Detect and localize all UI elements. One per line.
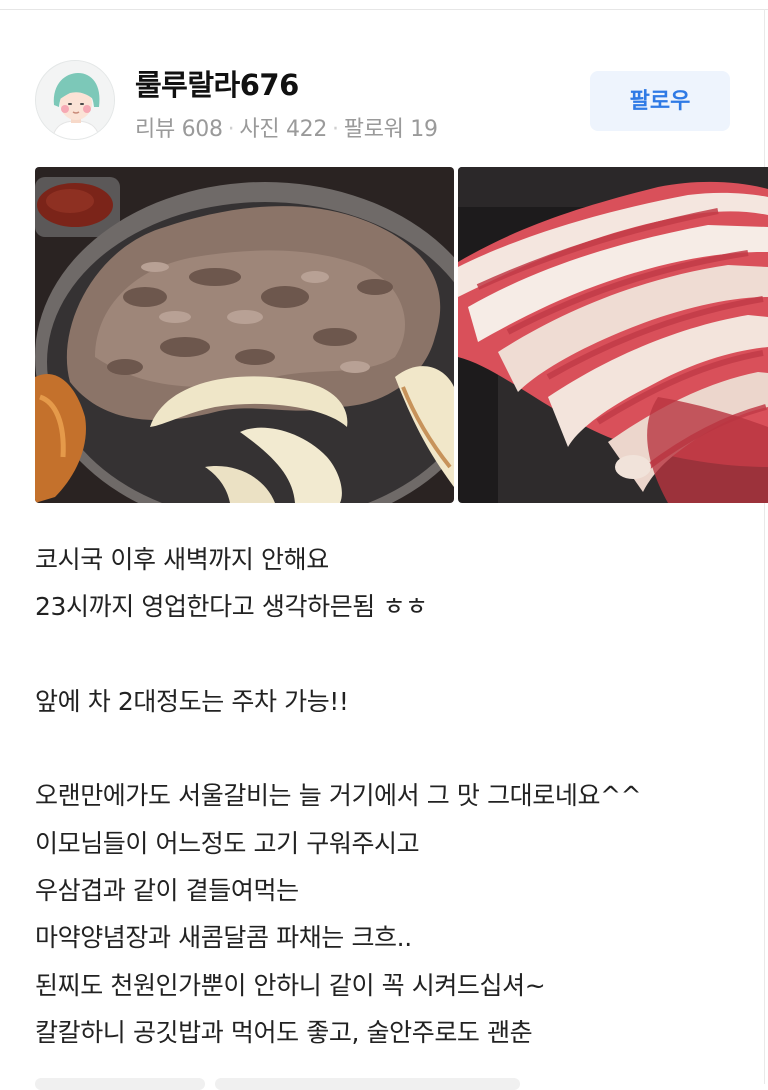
photo-count: 사진 422 (239, 117, 328, 142)
review-photo-1[interactable] (35, 167, 454, 503)
review-line: 우삼겹과 같이 곁들여먹는 (35, 876, 299, 906)
top-divider (0, 9, 768, 10)
follow-button[interactable]: 팔로우 (590, 71, 730, 131)
reviewer-name[interactable]: 룰루랄라676 (135, 62, 299, 104)
review-line (35, 631, 735, 678)
follower-count: 팔로워 19 (343, 117, 438, 142)
review-line: 마약양념장과 새콤달콤 파채는 크흐.. (35, 923, 412, 953)
review-line: 된찌도 천원인가뿐이 안하니 같이 꼭 시켜드십셔~ (35, 970, 546, 1000)
review-line (35, 725, 735, 772)
keyword-chip[interactable] (215, 1078, 520, 1090)
separator-dot: · (332, 117, 339, 142)
review-photo-2[interactable] (458, 167, 768, 503)
review-line: 오랜만에가도 서울갈비는 늘 거기에서 그 맛 그대로네요^^ (35, 781, 642, 811)
avatar[interactable] (35, 60, 115, 140)
review-line: 코시국 이후 새벽까지 안해요 (35, 545, 329, 574)
avatar-illustration-icon (36, 61, 114, 139)
review-count: 리뷰 608 (135, 117, 223, 142)
reviewer-stats: 리뷰 608 · 사진 422 · 팔로워 19 (135, 111, 438, 143)
raw-brisket-photo-icon (458, 167, 768, 503)
review-body: 코시국 이후 새벽까지 안해요 23시까지 영업한다고 생각하믄됨 ㅎㅎ 앞에 … (35, 536, 735, 1056)
review-line: 이모님들이 어느정도 고기 구워주시고 (35, 828, 420, 858)
review-line: 23시까지 영업한다고 생각하믄됨 ㅎㅎ (35, 592, 428, 622)
bulgogi-grill-photo-icon (35, 167, 454, 503)
review-line: 칼칼하니 공깃밥과 먹어도 좋고, 술안주로도 괜춘 (35, 1017, 533, 1047)
separator-dot: · (227, 117, 235, 142)
keyword-chip[interactable] (35, 1078, 205, 1090)
review-line: 앞에 차 2대정도는 주차 가능!! (35, 686, 349, 716)
